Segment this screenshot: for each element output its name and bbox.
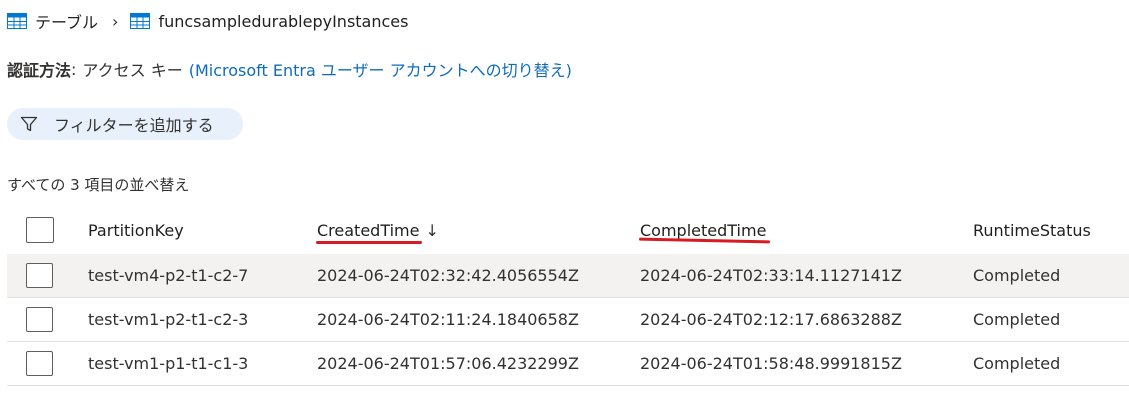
add-filter-button[interactable]: フィルターを追加する xyxy=(7,108,243,140)
row-checkbox[interactable] xyxy=(26,263,53,288)
column-header-runtimestatus[interactable]: RuntimeStatus xyxy=(973,221,1091,240)
sort-descending-icon: ↓ xyxy=(425,220,439,240)
cell-partitionkey: test-vm1-p2-t1-c2-3 xyxy=(88,310,249,329)
cell-completedtime: 2024-06-24T01:58:48.9991815Z xyxy=(640,354,902,373)
row-checkbox[interactable] xyxy=(26,307,53,332)
breadcrumb-current-table: funcsampledurablepyInstances xyxy=(158,11,409,31)
table-row[interactable]: test-vm1-p2-t1-c2-3 2024-06-24T02:11:24.… xyxy=(7,298,1129,342)
cell-completedtime: 2024-06-24T02:12:17.6863288Z xyxy=(640,310,902,329)
table-icon xyxy=(130,13,151,29)
column-header-completedtime[interactable]: CompletedTime xyxy=(640,221,766,240)
switch-to-entra-link[interactable]: (Microsoft Entra ユーザー アカウントへの切り替え) xyxy=(189,57,572,81)
column-header-createdtime[interactable]: CreatedTime ↓ xyxy=(317,221,439,240)
breadcrumb-chevron: › xyxy=(112,11,119,31)
auth-method-colon: : xyxy=(71,59,77,79)
table-browser: テーブル › funcsampledurablepyInstances 認証方法… xyxy=(0,0,1129,412)
add-filter-label: フィルターを追加する xyxy=(54,116,214,135)
auth-method-label: 認証方法 xyxy=(7,61,72,80)
auth-method-value: アクセス キー xyxy=(82,61,183,80)
column-header-partitionkey[interactable]: PartitionKey xyxy=(88,221,184,240)
cell-runtimestatus: Completed xyxy=(973,354,1061,373)
sort-info-text: すべての 3 項目の並べ替え xyxy=(7,176,190,194)
cell-createdtime: 2024-06-24T02:11:24.1840658Z xyxy=(317,310,579,329)
cell-runtimestatus: Completed xyxy=(973,310,1061,329)
cell-partitionkey: test-vm1-p1-t1-c1-3 xyxy=(88,354,249,373)
row-checkbox[interactable] xyxy=(26,351,53,376)
cell-runtimestatus: Completed xyxy=(973,266,1061,285)
breadcrumb: テーブル › funcsampledurablepyInstances xyxy=(7,8,408,34)
table-header-row: PartitionKey CreatedTime ↓ CompletedTime … xyxy=(7,206,1129,254)
filter-icon xyxy=(20,116,38,132)
cell-createdtime: 2024-06-24T02:32:42.4056554Z xyxy=(317,266,579,285)
auth-method: 認証方法 : アクセス キー (Microsoft Entra ユーザー アカウ… xyxy=(7,57,572,81)
annotation-underline-createdtime xyxy=(316,241,422,244)
table-icon xyxy=(7,13,27,29)
entities-table: PartitionKey CreatedTime ↓ CompletedTime … xyxy=(7,206,1129,386)
breadcrumb-tables-link[interactable]: テーブル xyxy=(35,9,98,33)
cell-completedtime: 2024-06-24T02:33:14.1127141Z xyxy=(640,266,902,285)
select-all-checkbox[interactable] xyxy=(26,217,54,243)
table-row[interactable]: test-vm1-p1-t1-c1-3 2024-06-24T01:57:06.… xyxy=(7,342,1129,386)
table-row[interactable]: test-vm4-p2-t1-c2-7 2024-06-24T02:32:42.… xyxy=(7,254,1129,298)
cell-createdtime: 2024-06-24T01:57:06.4232299Z xyxy=(317,354,579,373)
column-header-createdtime-label: CreatedTime xyxy=(317,220,420,240)
cell-partitionkey: test-vm4-p2-t1-c2-7 xyxy=(88,266,249,285)
